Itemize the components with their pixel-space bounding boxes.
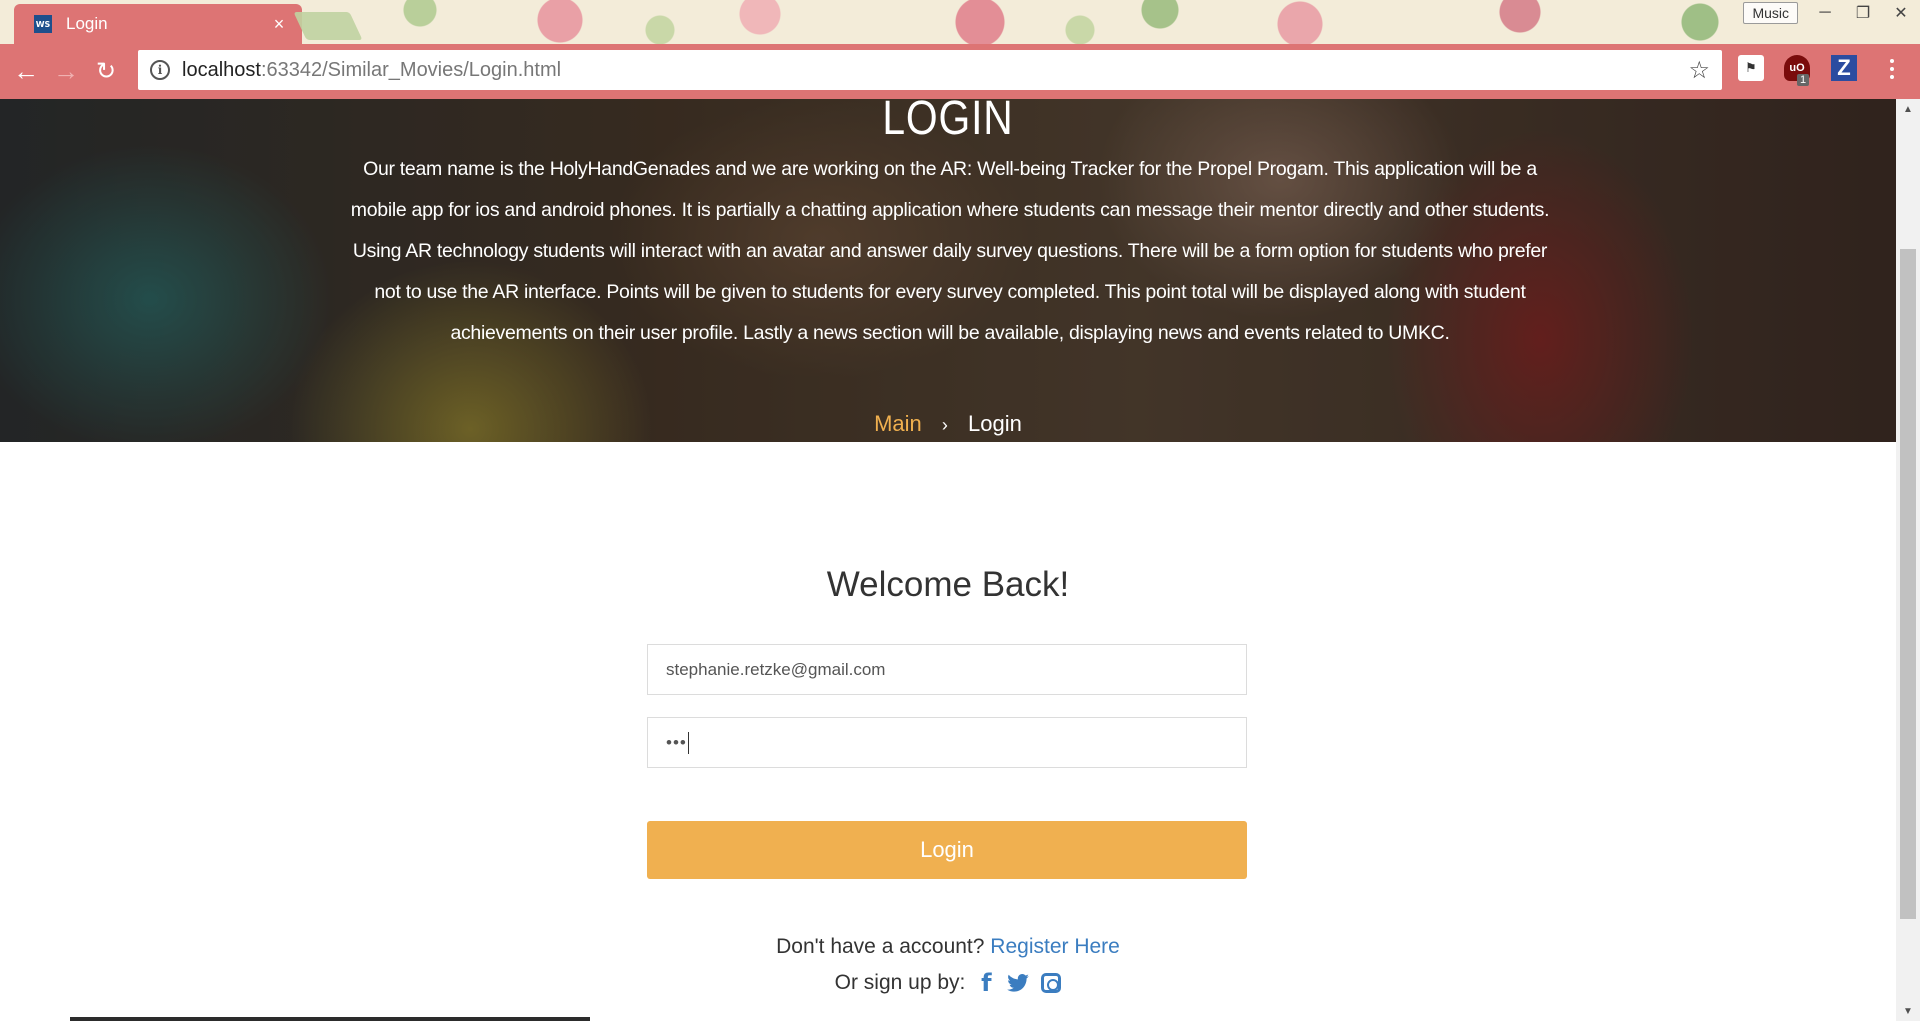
register-prompt: Don't have a account? [776,935,985,958]
instagram-icon[interactable] [1041,973,1062,993]
email-field[interactable]: stephanie.retzke@gmail.com [647,644,1247,695]
back-arrow-icon[interactable]: ← [6,52,46,92]
music-button[interactable]: Music [1743,2,1798,24]
social-signup-line: Or sign up by: f [0,969,1896,997]
bookmark-star-icon[interactable]: ☆ [1688,56,1710,85]
text-caret [687,731,689,754]
restore-icon[interactable]: ❐ [1844,2,1882,24]
vertical-scrollbar[interactable]: ▲ ▼ [1896,99,1920,1021]
page-title: LOGIN [882,99,1014,145]
chevron-right-icon: › [941,415,948,435]
zotero-extension-icon[interactable]: Z [1831,55,1857,81]
hero-banner: LOGIN Our team name is the HolyHandGenad… [0,99,1896,442]
browser-tab[interactable]: WS Login × [14,4,302,44]
address-bar[interactable]: i localhost:63342/Similar_Movies/Login.h… [138,50,1722,90]
password-field[interactable]: ••• [647,717,1247,768]
password-value: ••• [666,732,687,752]
site-info-icon[interactable]: i [150,60,170,80]
new-tab-button[interactable] [293,12,363,40]
window-controls: Music ─ ❐ ✕ [1743,0,1920,26]
welcome-heading: Welcome Back! [826,565,1070,604]
scroll-down-arrow-icon[interactable]: ▼ [1896,1001,1920,1021]
tab-title: Login [66,14,108,33]
window-titlebar: WS Login × Music ─ ❐ ✕ [0,0,1920,44]
login-button[interactable]: Login [647,821,1247,879]
register-link[interactable]: Register Here [990,935,1120,958]
scroll-up-arrow-icon[interactable]: ▲ [1896,99,1920,119]
facebook-icon[interactable]: f [977,969,995,997]
minimize-icon[interactable]: ─ [1806,2,1844,24]
footer-edge [70,1017,590,1021]
extension-badge: 1 [1797,74,1810,86]
forward-arrow-icon[interactable]: → [46,52,86,92]
page-viewport: LOGIN Our team name is the HolyHandGenad… [0,99,1896,1021]
email-value: stephanie.retzke@gmail.com [666,659,886,679]
webstorm-favicon-icon: WS [34,15,52,33]
breadcrumb-main-link[interactable]: Main [874,411,922,436]
signup-prompt: Or sign up by: [834,971,966,994]
scrollbar-thumb[interactable] [1900,249,1916,919]
breadcrumb-current: Login [968,411,1022,436]
tab-close-icon[interactable]: × [270,14,288,35]
team-description: Our team name is the HolyHandGenades and… [350,158,1550,344]
url-text[interactable]: localhost:63342/Similar_Movies/Login.htm… [182,59,1688,82]
chrome-menu-icon[interactable] [1882,54,1902,84]
browser-toolbar: ← → ↻ i localhost:63342/Similar_Movies/L… [0,44,1920,99]
close-window-icon[interactable]: ✕ [1882,2,1920,24]
breadcrumb: Main › Login [0,411,1896,437]
reload-icon[interactable]: ↻ [86,52,126,92]
twitter-icon[interactable] [1007,974,1030,992]
register-prompt-line: Don't have a account? Register Here [0,935,1896,959]
extension-bookmark-icon[interactable]: ⚑ [1738,55,1764,81]
